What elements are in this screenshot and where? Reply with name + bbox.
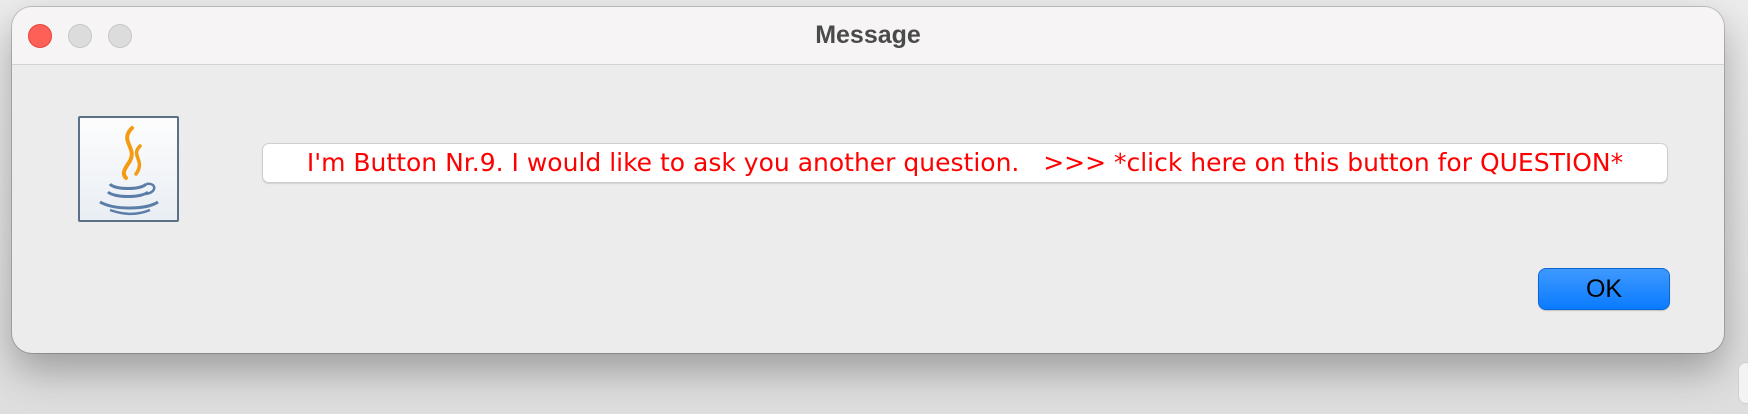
question-button[interactable]: I'm Button Nr.9. I would like to ask you… <box>262 143 1668 183</box>
window-title: Message <box>815 21 921 49</box>
ok-button[interactable]: OK <box>1538 268 1670 310</box>
background-window-edge <box>1738 362 1748 404</box>
dialog-content: I'm Button Nr.9. I would like to ask you… <box>12 65 1724 353</box>
java-coffee-cup-icon <box>78 116 179 222</box>
title-bar: Message <box>12 7 1724 65</box>
message-dialog: Message I'm Button Nr.9. I would like to… <box>12 7 1724 353</box>
